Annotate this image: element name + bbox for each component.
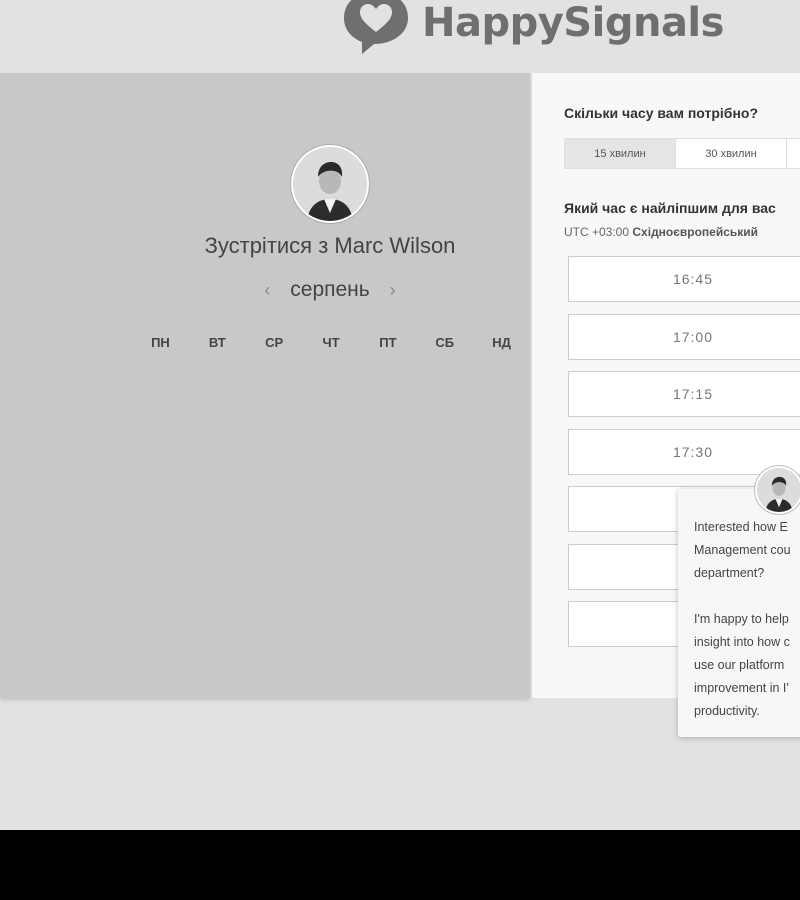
weekday-sat: СБ — [435, 335, 455, 350]
time-slot[interactable]: 16:45 — [568, 256, 800, 302]
duration-question: Скільки часу вам потрібно? — [564, 105, 759, 121]
chat-agent-avatar[interactable] — [755, 466, 800, 514]
booking-page: HappySignals Зустрітися з Marc Wilson ‹ … — [0, 0, 800, 830]
weekday-header: ПН ВТ СР ЧТ ПТ СБ НД — [132, 335, 530, 350]
calendar-panel: Зустрітися з Marc Wilson ‹ серпень › ПН … — [0, 73, 530, 698]
month-label: серпень — [290, 278, 370, 301]
chat-message: Interested how E Management cou departme… — [694, 520, 791, 718]
time-slot[interactable]: 17:15 — [568, 371, 800, 417]
time-slot[interactable]: 17:30 — [568, 428, 800, 475]
duration-more-tab[interactable] — [787, 139, 800, 168]
weekday-wed: СР — [265, 335, 284, 350]
brand-logo[interactable]: HappySignals — [340, 0, 724, 58]
duration-30-tab[interactable]: 30 хвилин — [676, 139, 787, 168]
host-avatar — [291, 145, 369, 223]
weekday-fri: ПТ — [379, 335, 397, 350]
weekday-thu: ЧТ — [322, 335, 340, 350]
weekday-mon: ПН — [151, 335, 170, 350]
timezone-offset: UTC +03:00 — [564, 225, 630, 239]
weekday-tue: ВТ — [208, 335, 226, 350]
time-question: Який час є найліпшим для вас — [564, 200, 776, 216]
brand-name: HappySignals — [422, 0, 724, 46]
chat-popup[interactable]: Interested how E Management cou departme… — [678, 489, 800, 737]
next-month-chevron-icon[interactable]: › — [376, 280, 410, 300]
weekday-sun: НД — [492, 335, 511, 350]
prev-month-chevron-icon[interactable]: ‹ — [250, 280, 284, 300]
time-slot[interactable]: 17:00 — [568, 313, 800, 360]
duration-selector: 15 хвилин 30 хвилин — [564, 138, 800, 169]
duration-15-tab[interactable]: 15 хвилин — [565, 139, 676, 168]
timezone-selector[interactable]: UTC +03:00 Східноєвропейський — [564, 225, 758, 239]
timezone-name: Східноєвропейський — [632, 225, 759, 239]
heart-speech-bubble-icon — [344, 0, 408, 54]
